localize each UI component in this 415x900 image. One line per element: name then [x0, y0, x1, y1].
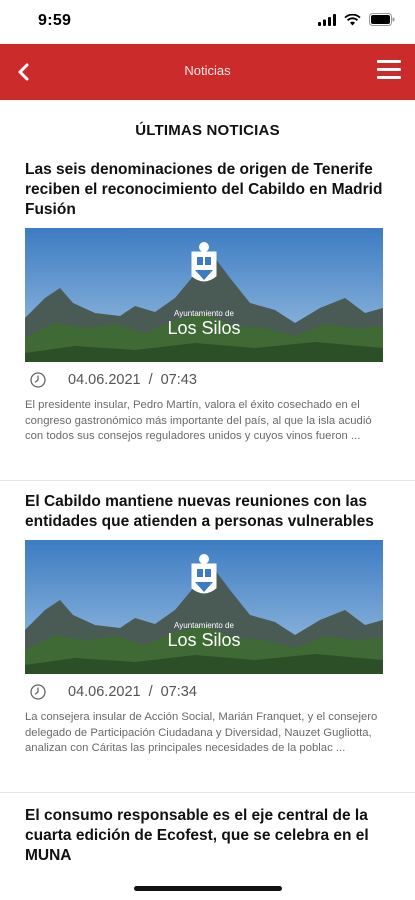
mountain-landscape-image: Ayuntamiento de Los Silos	[25, 540, 383, 674]
news-meta: 04.06.2021 / 07:43	[25, 372, 197, 388]
status-icons	[318, 13, 395, 26]
news-date: 04.06.2021	[68, 684, 141, 700]
clock-icon	[30, 372, 46, 388]
image-caption-line1: Ayuntamiento de	[174, 621, 234, 630]
news-title[interactable]: El consumo responsable es el eje central…	[25, 806, 385, 866]
news-excerpt: La consejera insular de Acción Social, M…	[25, 711, 378, 754]
section-title: ÚLTIMAS NOTICIAS	[135, 122, 280, 139]
news-item[interactable]: Las seis denominaciones de origen de Ten…	[25, 160, 385, 442]
divider	[0, 792, 415, 793]
news-image[interactable]: Ayuntamiento de Los Silos	[25, 540, 383, 674]
menu-button[interactable]	[377, 60, 401, 82]
news-date: 04.06.2021	[68, 372, 141, 388]
header-title: Noticias	[184, 63, 231, 78]
app-header: Noticias	[0, 44, 415, 100]
news-time: 07:43	[160, 372, 197, 388]
battery-icon	[369, 13, 395, 26]
news-title[interactable]: Las seis denominaciones de origen de Ten…	[25, 160, 385, 220]
clock-icon	[30, 684, 46, 700]
signal-icon	[318, 13, 336, 26]
mountain-landscape-image: Ayuntamiento de Los Silos	[25, 228, 383, 362]
news-title[interactable]: El Cabildo mantiene nuevas reuniones con…	[25, 492, 385, 532]
image-caption-line2: Los Silos	[167, 318, 240, 338]
news-item[interactable]: El consumo responsable es el eje central…	[25, 806, 385, 866]
divider	[0, 480, 415, 481]
image-caption-line1: Ayuntamiento de	[174, 309, 234, 318]
news-excerpt: El presidente insular, Pedro Martín, val…	[25, 399, 372, 442]
home-indicator[interactable]	[134, 886, 282, 891]
news-time: 07:34	[160, 684, 197, 700]
wifi-icon	[344, 13, 361, 25]
status-bar: 9:59	[0, 0, 415, 44]
date-separator: /	[148, 372, 153, 388]
date-separator: /	[148, 684, 153, 700]
image-caption-line2: Los Silos	[167, 630, 240, 650]
news-image[interactable]: Ayuntamiento de Los Silos	[25, 228, 383, 362]
news-meta: 04.06.2021 / 07:34	[25, 684, 197, 700]
hamburger-icon	[377, 60, 401, 79]
status-time: 9:59	[38, 12, 72, 29]
news-item[interactable]: El Cabildo mantiene nuevas reuniones con…	[25, 492, 385, 754]
